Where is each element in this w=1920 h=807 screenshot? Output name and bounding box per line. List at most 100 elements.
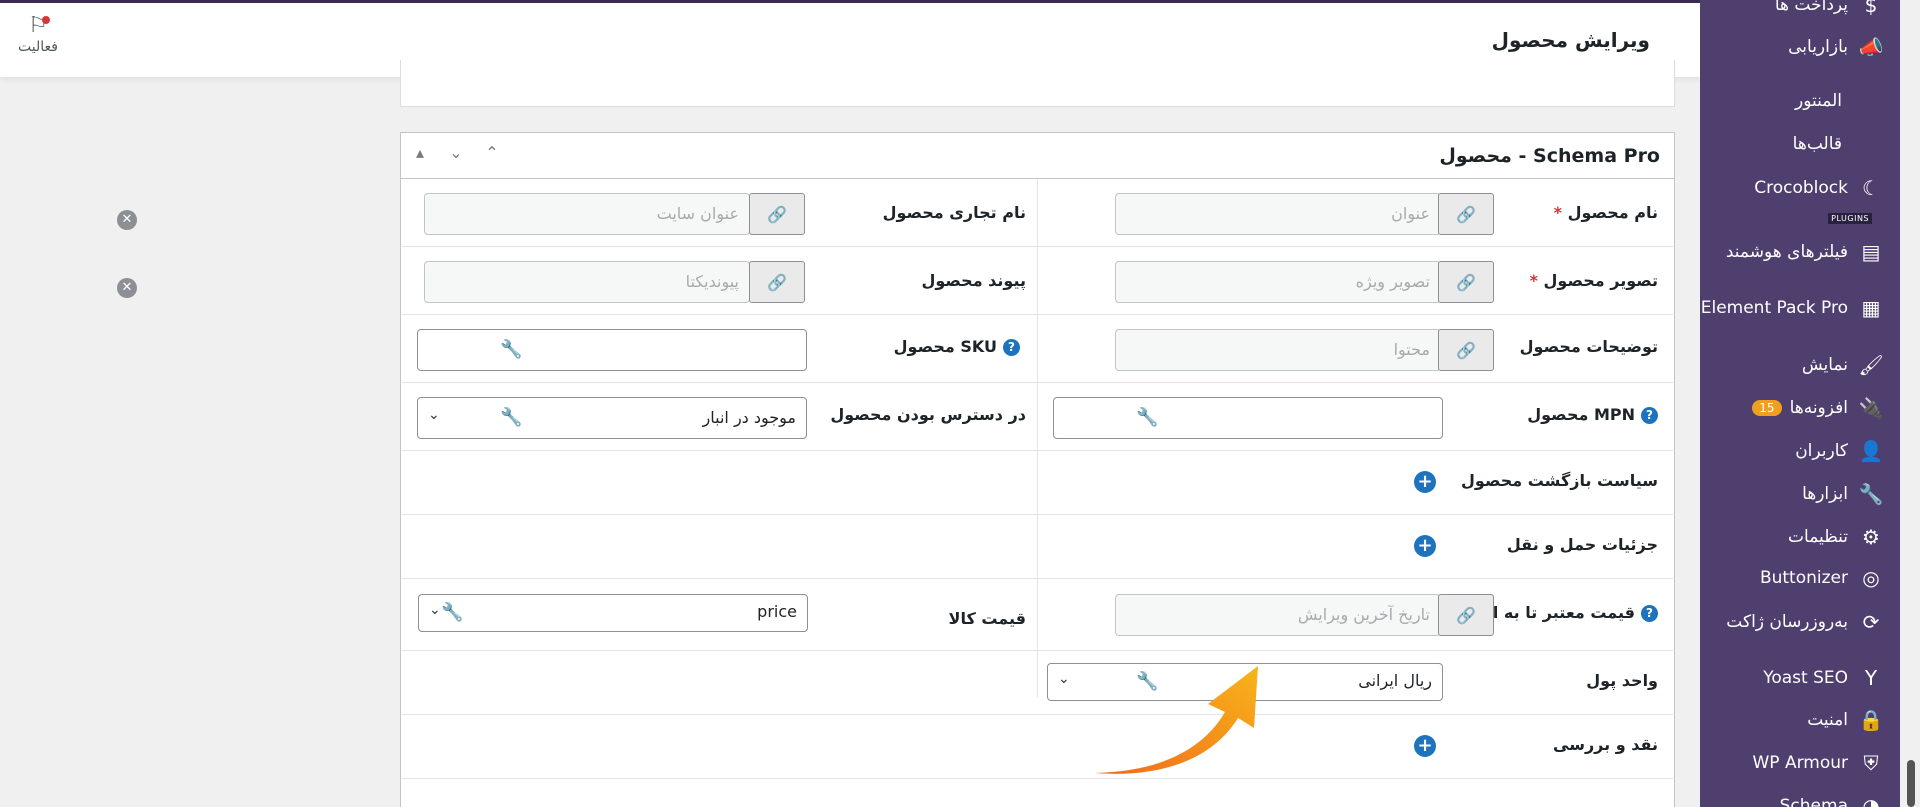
- link-button[interactable]: 🔗: [1438, 261, 1494, 303]
- sidebar-item-templates[interactable]: قالب‌ها: [1700, 127, 1900, 161]
- mpn-field[interactable]: 🔧: [1053, 397, 1443, 439]
- remove-icon[interactable]: ✕: [117, 210, 137, 230]
- sidebar-item-settings[interactable]: ⚙ تنظیمات: [1700, 520, 1900, 554]
- sidebar-item-elementor[interactable]: المنتور: [1700, 84, 1900, 118]
- return-policy-label: سیاست بازگشت محصول: [1461, 471, 1658, 490]
- add-return-policy-button[interactable]: +: [1414, 471, 1436, 493]
- admin-sidebar: $ پرداخت ها 📣 بازاریابی المنتور قالب‌ها ☾ C…: [1700, 0, 1900, 807]
- help-icon[interactable]: ?: [1003, 339, 1020, 356]
- availability-select[interactable]: موجود در انبار 🔧 ⌄: [417, 397, 807, 439]
- yoast-icon: Y: [1864, 666, 1878, 690]
- product-image-label: تصویر محصول *: [1529, 271, 1658, 290]
- activity-button[interactable]: ⚐ فعالیت: [12, 13, 64, 55]
- price-value: price: [757, 602, 797, 621]
- schema-pro-panel: Schema Pro - محصول ▴ ⌄ ⌃ نام محصول * عنو…: [400, 132, 1675, 807]
- link-icon: 🔗: [1456, 605, 1476, 625]
- plugins-tag: PLUGINS: [1828, 213, 1872, 224]
- flag-icon: ⚐: [12, 13, 64, 39]
- user-icon: 👤: [1858, 439, 1884, 463]
- panel-controls: ▴ ⌄ ⌃: [409, 143, 503, 162]
- chevron-down-icon: ⌄: [429, 602, 441, 618]
- row-description: توضیحات محصول محتوا 🔗 ?SKU محصول 🔧: [402, 315, 1673, 383]
- row-product-image: تصویر محصول * تصویر ویژه 🔗 پیوند محصول پ…: [402, 247, 1673, 315]
- row-review: نقد و بررسی +: [402, 715, 1673, 779]
- buttonizer-icon: ◎: [1862, 566, 1880, 590]
- remove-icon[interactable]: ✕: [117, 278, 137, 298]
- sidebar-item-zhaket-updater[interactable]: ⟳ به‌روزرسان ژاکت: [1700, 605, 1900, 639]
- shipping-label: جزئیات حمل و نقل: [1506, 535, 1658, 554]
- row-shipping: جزئیات حمل و نقل +: [402, 515, 1673, 579]
- product-link-input[interactable]: پیوندیکتا: [424, 261, 750, 303]
- brush-icon: 🖌: [1858, 353, 1884, 377]
- wrench-icon[interactable]: 🔧: [441, 602, 463, 623]
- sidebar-item-security[interactable]: 🔒 امنیت: [1700, 703, 1900, 737]
- sidebar-item-smart-filters[interactable]: ▤ فیلترهای هوشمند: [1700, 235, 1900, 269]
- sidebar-item-buttonizer[interactable]: ◎ Buttonizer: [1700, 561, 1900, 595]
- link-icon: 🔗: [767, 204, 787, 224]
- link-button[interactable]: 🔗: [1438, 193, 1494, 235]
- sidebar-item-payments[interactable]: $ پرداخت ها: [1700, 0, 1900, 22]
- link-button[interactable]: 🔗: [1438, 594, 1494, 636]
- chevron-down-icon: ⌄: [428, 407, 440, 423]
- add-shipping-button[interactable]: +: [1414, 535, 1436, 557]
- panel-title: Schema Pro - محصول: [1439, 145, 1660, 167]
- chevron-down-icon: ⌄: [1058, 671, 1070, 687]
- wrench-icon[interactable]: 🔧: [500, 339, 522, 360]
- row-currency: واحد پول ریال ایرانی 🔧 ⌄: [402, 651, 1673, 715]
- price-valid-input[interactable]: تاریخ آخرین ویرایش: [1115, 594, 1441, 636]
- previous-metabox: [400, 60, 1675, 107]
- link-button[interactable]: 🔗: [749, 193, 805, 235]
- sidebar-item-appearance[interactable]: 🖌 نمایش: [1700, 348, 1900, 382]
- product-image-input[interactable]: تصویر ویژه: [1115, 261, 1441, 303]
- sku-field[interactable]: 🔧: [417, 329, 807, 371]
- row-mpn: ?MPN محصول 🔧 در دسترس بودن محصول موجود د…: [402, 383, 1673, 451]
- link-icon: 🔗: [1456, 340, 1476, 360]
- sidebar-item-plugins[interactable]: 🔌 افزونه‌ها 15: [1700, 391, 1900, 425]
- link-button[interactable]: 🔗: [749, 261, 805, 303]
- description-input[interactable]: محتوا: [1115, 329, 1441, 371]
- wrench-icon[interactable]: 🔧: [1136, 407, 1158, 428]
- sidebar-item-marketing[interactable]: 📣 بازاریابی: [1700, 30, 1900, 64]
- panel-header: Schema Pro - محصول ▴ ⌄ ⌃: [401, 133, 1674, 179]
- sidebar-item-element-pack[interactable]: ▦ Element Pack Pro: [1700, 291, 1900, 325]
- sidebar-item-schema[interactable]: ◔ Schema: [1700, 789, 1900, 807]
- product-name-label: نام محصول *: [1553, 203, 1658, 222]
- brand-input[interactable]: عنوان سایت: [424, 193, 750, 235]
- activity-label: فعالیت: [18, 39, 58, 55]
- settings-icon: ⚙: [1862, 525, 1880, 549]
- availability-label: در دسترس بودن محصول: [830, 405, 1026, 424]
- help-icon[interactable]: ?: [1641, 407, 1658, 424]
- link-icon: 🔗: [1456, 204, 1476, 224]
- sidebar-item-crocoblock[interactable]: ☾ Crocoblock: [1700, 171, 1900, 205]
- product-name-input[interactable]: عنوان: [1115, 193, 1441, 235]
- update-icon: ⟳: [1862, 610, 1880, 634]
- price-label: قیمت کالا: [948, 609, 1026, 628]
- shield-icon: ⛨: [1863, 751, 1879, 775]
- link-icon: 🔗: [767, 272, 787, 292]
- filter-icon: ▤: [1861, 240, 1881, 264]
- price-select[interactable]: price 🔧 ⌄: [418, 594, 808, 632]
- page-title: ویرایش محصول: [1491, 28, 1650, 52]
- row-price-valid: ?قیمت معتبر تا به امروز تاریخ آخرین ویرا…: [402, 579, 1673, 651]
- chevron-down-icon[interactable]: ⌄: [445, 143, 467, 162]
- add-review-button[interactable]: +: [1414, 735, 1436, 757]
- megaphone-icon: 📣: [1858, 35, 1884, 59]
- sidebar-item-users[interactable]: 👤 کاربران: [1700, 434, 1900, 468]
- move-up-icon[interactable]: ▴: [409, 143, 431, 162]
- sidebar-item-yoast[interactable]: Y Yoast SEO: [1700, 661, 1900, 695]
- wrench-icon[interactable]: 🔧: [500, 407, 522, 428]
- page-scrollbar[interactable]: [1900, 0, 1920, 807]
- scrollbar-thumb[interactable]: [1907, 760, 1915, 807]
- row-return-policy: سیاست بازگشت محصول +: [402, 451, 1673, 515]
- schema-icon: ◔: [1862, 794, 1880, 807]
- crocoblock-icon: ☾: [1862, 176, 1880, 200]
- link-button[interactable]: 🔗: [1438, 329, 1494, 371]
- currency-label: واحد پول: [1586, 671, 1658, 690]
- chevron-up-icon[interactable]: ⌃: [481, 143, 503, 162]
- mpn-label: ?MPN محصول: [1527, 405, 1658, 424]
- currency-value: ریال ایرانی: [1358, 671, 1432, 690]
- annotation-arrow: [1095, 666, 1258, 774]
- help-icon[interactable]: ?: [1641, 605, 1658, 622]
- sidebar-item-wp-armour[interactable]: ⛨ WP Armour: [1700, 746, 1900, 780]
- sidebar-item-tools[interactable]: 🔧 ابزارها: [1700, 477, 1900, 511]
